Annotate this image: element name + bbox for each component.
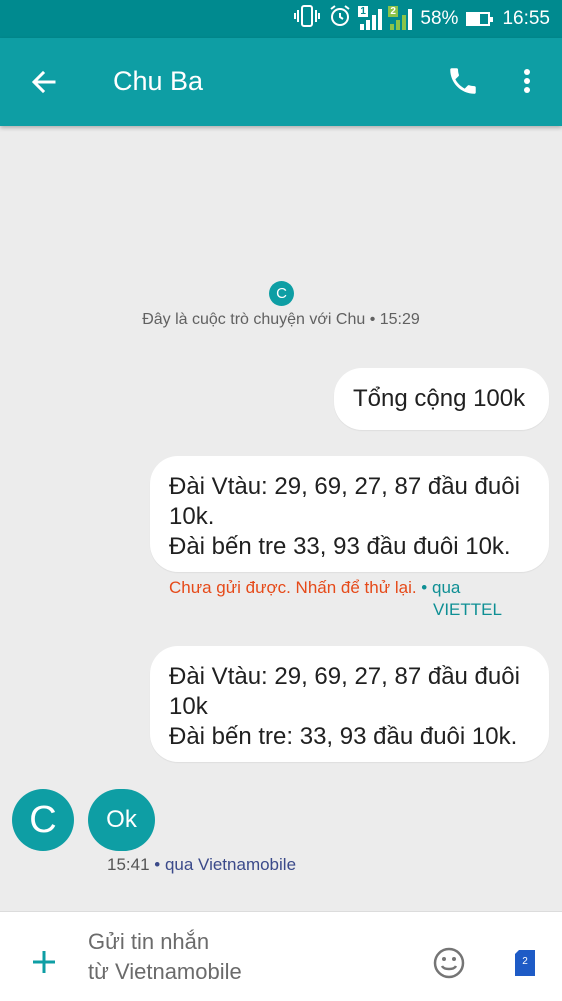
smiley-icon: [433, 947, 465, 979]
attach-button[interactable]: [30, 948, 58, 976]
sim1-label: 1: [358, 6, 368, 17]
status-icons: 1 2 58% 16:55: [294, 0, 550, 38]
compose-bar: Gửi tin nhắn từ Vietnamobile 2: [0, 911, 562, 1001]
failed-text: Chưa gửi được. Nhấn để thử lại.: [169, 578, 417, 597]
outgoing-message[interactable]: Đài Vtàu: 29, 69, 27, 87 đầu đuôi 10k Đà…: [150, 646, 549, 762]
alarm-icon: [328, 4, 352, 34]
emoji-button[interactable]: [433, 947, 465, 979]
call-button[interactable]: [446, 64, 480, 98]
contact-avatar[interactable]: C: [12, 789, 74, 851]
battery-fill: [468, 14, 481, 24]
sim-select-button[interactable]: 2: [513, 949, 537, 977]
message-text-line: Đài Vtàu: 29, 69, 27, 87 đầu đuôi: [169, 473, 520, 500]
message-text-line: Đài bến tre: 33, 93 đầu đuôi 10k.: [169, 723, 518, 750]
plus-icon: [33, 951, 55, 973]
conversation-start-info: Đây là cuộc trò chuyện với Chu • 15:29: [142, 311, 420, 328]
sim-badge-number: 2: [522, 956, 528, 967]
phone-icon: [450, 68, 476, 94]
vibrate-icon: [294, 5, 321, 33]
more-vert-icon: [524, 69, 530, 93]
more-options-button[interactable]: [510, 64, 544, 98]
app-bar: Chu Ba: [0, 38, 562, 126]
outgoing-message-failed[interactable]: Đài Vtàu: 29, 69, 27, 87 đầu đuôi 10k. Đ…: [150, 456, 549, 572]
incoming-message[interactable]: Ok: [88, 789, 155, 851]
clock: 16:55: [502, 8, 550, 29]
status-bar: 1 2 58% 16:55: [0, 0, 562, 38]
send-failed-status[interactable]: Chưa gửi được. Nhấn để thử lại. • qua: [169, 578, 460, 598]
back-button[interactable]: [28, 66, 60, 98]
separator: •: [421, 578, 428, 597]
outgoing-message[interactable]: Tổng cộng 100k: [334, 368, 549, 430]
message-text-line: 10k: [169, 693, 208, 720]
carrier-name: VIETTEL: [433, 600, 502, 619]
placeholder-line: từ Vietnamobile: [88, 959, 242, 984]
message-text-line: 10k.: [169, 503, 215, 530]
sim2-label: 2: [388, 6, 398, 17]
placeholder-line: Gửi tin nhắn: [88, 929, 210, 954]
message-text: Tổng cộng 100k: [353, 385, 526, 412]
message-carrier: • qua Vietnamobile: [154, 855, 297, 874]
via-label: qua: [431, 578, 461, 597]
conversation-title: Chu Ba: [113, 66, 204, 96]
battery-icon: [466, 12, 494, 26]
sim2-signal-icon: 2: [388, 6, 413, 30]
message-text-line: Đài bến tre 33, 93 đầu đuôi 10k.: [169, 533, 511, 560]
contact-avatar-small[interactable]: C: [269, 281, 294, 306]
sim1-signal-icon: 1: [358, 6, 383, 30]
incoming-message-meta: 15:41 • qua Vietnamobile: [107, 855, 296, 875]
battery-percent: 58%: [420, 8, 459, 29]
message-text-line: Đài Vtàu: 29, 69, 27, 87 đầu đuôi: [169, 663, 520, 690]
message-time: 15:41: [107, 855, 150, 874]
message-input[interactable]: Gửi tin nhắn từ Vietnamobile: [88, 927, 408, 987]
arrow-left-icon: [31, 70, 56, 94]
